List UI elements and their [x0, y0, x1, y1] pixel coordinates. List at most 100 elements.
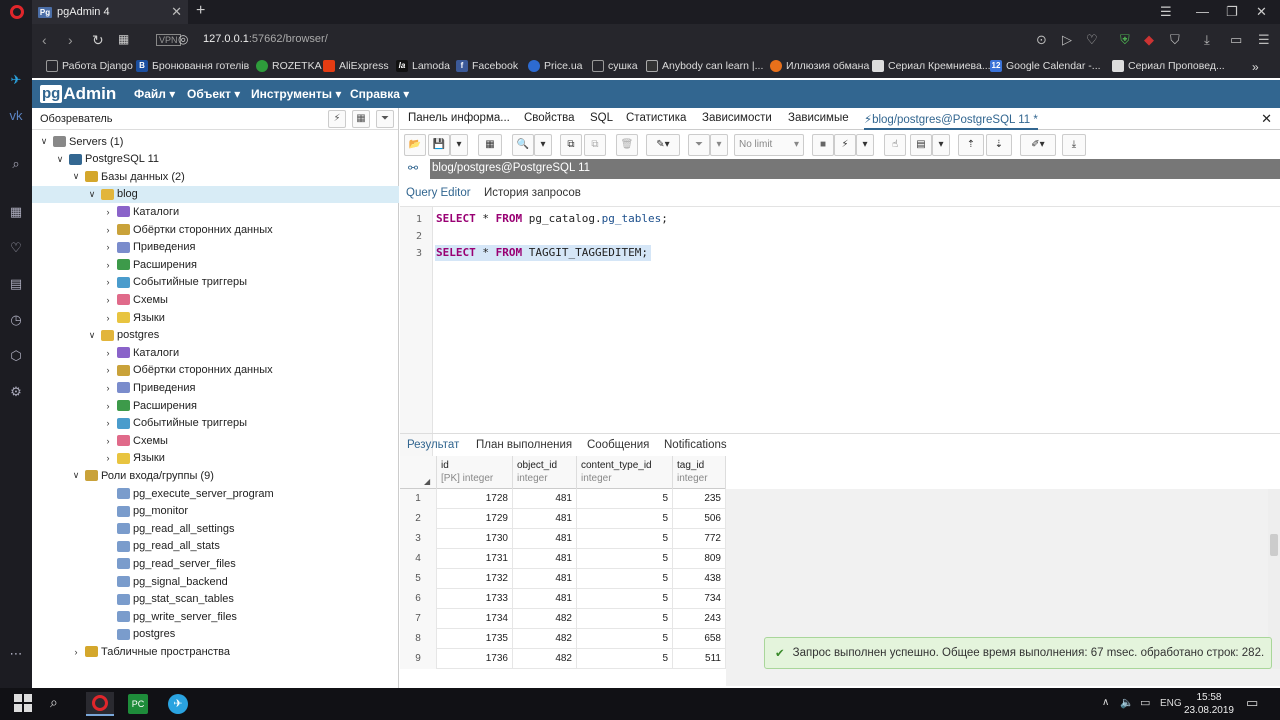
- table-cell[interactable]: 1736: [437, 649, 513, 669]
- search-icon[interactable]: ⌕: [8, 156, 24, 172]
- table-cell[interactable]: 481: [513, 489, 577, 509]
- save-file-icon[interactable]: 💾: [428, 134, 450, 156]
- notifications-icon[interactable]: ▭: [1246, 695, 1258, 711]
- table-cell[interactable]: 772: [673, 529, 726, 549]
- bookmark-item[interactable]: Сериал Проповед...: [1112, 60, 1225, 72]
- expand-chevron-icon[interactable]: ›: [102, 436, 114, 446]
- extension-icon[interactable]: ◆: [1144, 32, 1154, 48]
- collapse-chevron-icon[interactable]: ∨: [38, 136, 50, 147]
- windows-start-icon[interactable]: [14, 694, 34, 714]
- tree-node[interactable]: pg_stat_scan_tables: [102, 591, 234, 608]
- vpn-badge[interactable]: VPN: [156, 34, 181, 46]
- column-header[interactable]: tag_id integer: [673, 456, 726, 489]
- bookmark-item[interactable]: сушка: [592, 60, 638, 72]
- filter-dropdown-icon[interactable]: ▾: [710, 134, 728, 156]
- tab-query-editor[interactable]: Query Editor: [406, 187, 471, 199]
- explain-analyze-icon[interactable]: ▤: [910, 134, 932, 156]
- row-number-cell[interactable]: 5: [400, 569, 437, 589]
- row-number-cell[interactable]: 6: [400, 589, 437, 609]
- table-cell[interactable]: 1728: [437, 489, 513, 509]
- reload-icon[interactable]: ↻: [92, 32, 104, 49]
- tree-node[interactable]: pg_write_server_files: [102, 608, 237, 625]
- tree-node[interactable]: › Расширения: [102, 256, 197, 273]
- tab-notifications[interactable]: Notifications: [664, 439, 727, 451]
- table-cell[interactable]: 1735: [437, 629, 513, 649]
- tree-node[interactable]: pg_read_all_stats: [102, 538, 220, 555]
- minimize-icon[interactable]: —: [1196, 4, 1209, 19]
- collapse-chevron-icon[interactable]: ∨: [70, 171, 82, 182]
- tabs-grid-icon[interactable]: ▦: [118, 32, 129, 46]
- new-tab-button[interactable]: +: [196, 2, 205, 20]
- url-field[interactable]: 127.0.0.1:57662/browser/: [203, 33, 328, 45]
- expand-chevron-icon[interactable]: ›: [102, 295, 114, 305]
- tab-messages[interactable]: Сообщения: [587, 439, 649, 451]
- table-cell[interactable]: 481: [513, 549, 577, 569]
- tree-node[interactable]: pg_read_server_files: [102, 555, 236, 572]
- volume-icon[interactable]: 🔈: [1120, 696, 1134, 709]
- table-cell[interactable]: 235: [673, 489, 726, 509]
- view-data-icon[interactable]: ▦: [352, 110, 370, 128]
- copy-icon[interactable]: ⧉: [560, 134, 582, 156]
- telegram-icon[interactable]: ✈: [8, 72, 24, 88]
- row-limit-select[interactable]: No limit ▾: [734, 134, 804, 156]
- table-cell[interactable]: 1733: [437, 589, 513, 609]
- table-cell[interactable]: 482: [513, 629, 577, 649]
- tab-dependents[interactable]: Зависимые: [788, 112, 849, 124]
- clock[interactable]: 15:58 23.08.2019: [1184, 691, 1234, 717]
- heart-bookmark-icon[interactable]: ♡: [1086, 32, 1098, 48]
- tab-sql[interactable]: SQL: [590, 112, 613, 124]
- tree-node[interactable]: › Приведения: [102, 379, 196, 396]
- table-cell[interactable]: 5: [577, 569, 673, 589]
- tree-node[interactable]: pg_execute_server_program: [102, 485, 274, 502]
- connection-status-icon[interactable]: ⚯: [408, 161, 418, 175]
- bookmark-item[interactable]: f Facebook: [456, 60, 518, 72]
- commit-icon[interactable]: ⇡: [958, 134, 984, 156]
- speed-dial-icon[interactable]: ▦: [8, 204, 24, 220]
- table-cell[interactable]: 482: [513, 649, 577, 669]
- heart-icon[interactable]: ♡: [8, 240, 24, 256]
- row-number-cell[interactable]: 9: [400, 649, 437, 669]
- collapse-chevron-icon[interactable]: ∨: [86, 189, 98, 200]
- column-header[interactable]: object_id integer: [513, 456, 577, 489]
- execute-icon[interactable]: ⚡: [834, 134, 856, 156]
- table-row[interactable]: 5 1732 481 5 438: [400, 569, 726, 589]
- table-cell[interactable]: 5: [577, 609, 673, 629]
- expand-chevron-icon[interactable]: ›: [70, 647, 82, 657]
- table-cell[interactable]: 734: [673, 589, 726, 609]
- table-cell[interactable]: 5: [577, 649, 673, 669]
- table-cell[interactable]: 481: [513, 529, 577, 549]
- table-cell[interactable]: 5: [577, 529, 673, 549]
- delete-icon[interactable]: 🗑: [616, 134, 638, 156]
- tree-node[interactable]: ∨ Базы данных (2): [70, 168, 185, 185]
- bookmark-item[interactable]: ROZETKA: [256, 60, 322, 72]
- success-toast[interactable]: ✔ Запрос выполнен успешно. Общее время в…: [764, 637, 1272, 669]
- opera-taskbar-item[interactable]: [86, 692, 114, 716]
- settings-icon[interactable]: ⚙: [8, 384, 24, 400]
- tree-node[interactable]: ∨ blog: [86, 186, 138, 203]
- send-icon[interactable]: ▷: [1062, 32, 1072, 48]
- tree-node[interactable]: ∨ PostgreSQL 11: [54, 151, 159, 168]
- close-window-icon[interactable]: ✕: [1256, 4, 1267, 20]
- expand-chevron-icon[interactable]: ›: [102, 453, 114, 463]
- expand-chevron-icon[interactable]: ›: [102, 260, 114, 270]
- table-cell[interactable]: 481: [513, 509, 577, 529]
- table-cell[interactable]: 5: [577, 549, 673, 569]
- tree-node[interactable]: › Схемы: [102, 432, 168, 449]
- stop-icon[interactable]: ■: [812, 134, 834, 156]
- extensions-icon[interactable]: ⬡: [8, 348, 24, 364]
- explain-icon[interactable]: ☝: [884, 134, 906, 156]
- row-number-cell[interactable]: 2: [400, 509, 437, 529]
- close-panel-icon[interactable]: ✕: [1261, 111, 1272, 127]
- table-cell[interactable]: 809: [673, 549, 726, 569]
- tree-node[interactable]: › Каталоги: [102, 203, 180, 220]
- tree-node[interactable]: › Схемы: [102, 291, 168, 308]
- camera-icon[interactable]: ⊙: [1036, 32, 1047, 48]
- bookmark-item[interactable]: Работа Django: [46, 60, 133, 72]
- column-header[interactable]: content_type_id integer: [577, 456, 673, 489]
- tab-explain[interactable]: План выполнения: [476, 439, 572, 451]
- shield-icon[interactable]: ⛉: [1170, 32, 1180, 48]
- table-cell[interactable]: 482: [513, 609, 577, 629]
- tree-node[interactable]: ∨ Servers (1): [38, 133, 124, 150]
- collapse-chevron-icon[interactable]: ∨: [86, 330, 98, 341]
- table-cell[interactable]: 511: [673, 649, 726, 669]
